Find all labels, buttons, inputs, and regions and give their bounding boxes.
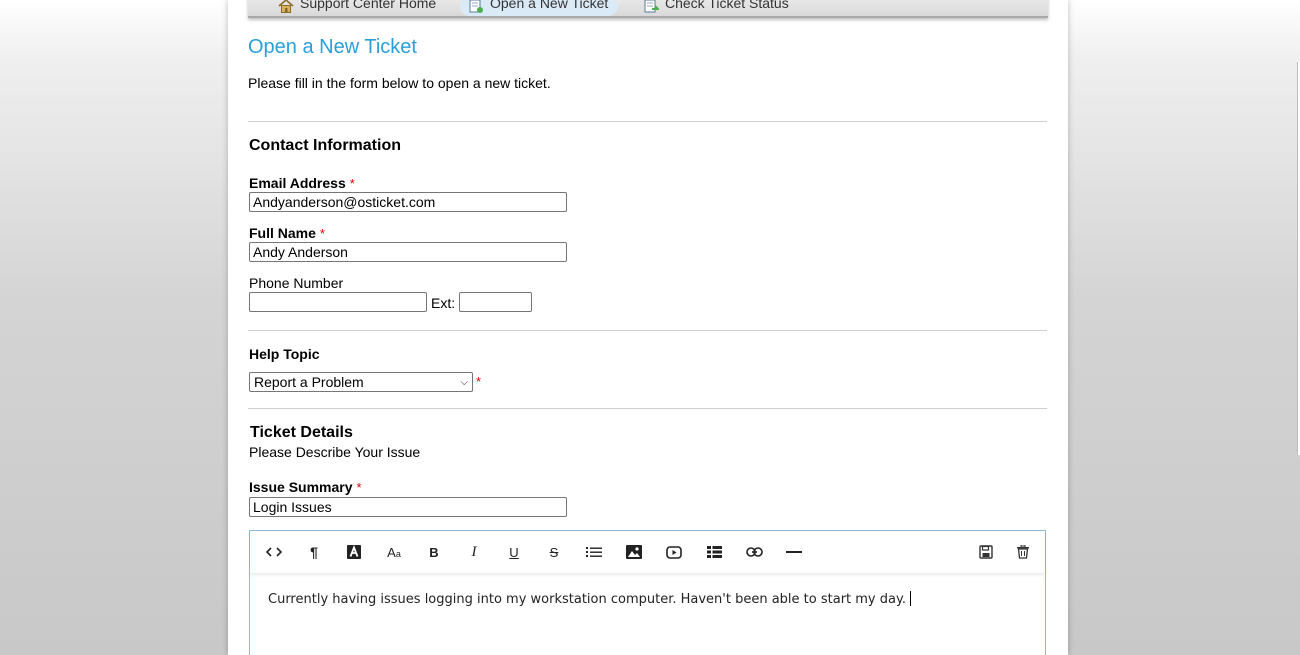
chevron-down-icon: ⌵ — [460, 376, 468, 388]
nav-label: Support Center Home — [300, 0, 437, 11]
contact-heading: Contact Information — [249, 137, 401, 154]
page-intro: Please fill in the form below to open a … — [248, 75, 551, 91]
issue-summary-field[interactable] — [249, 497, 567, 517]
trash-icon[interactable] — [1012, 543, 1034, 561]
help-topic-heading: Help Topic — [249, 346, 320, 362]
required-marker: * — [349, 176, 355, 191]
phone-field[interactable] — [249, 292, 427, 312]
image-icon[interactable] — [623, 543, 645, 561]
help-topic-select[interactable]: Report a Problem ⌵ — [249, 372, 473, 392]
phone-label: Phone Number — [249, 275, 344, 291]
home-icon — [278, 0, 294, 13]
editor-text: Currently having issues logging into my … — [268, 592, 906, 607]
issue-summary-label: Issue Summary * — [249, 479, 362, 495]
video-icon[interactable] — [663, 543, 685, 561]
ext-field[interactable] — [459, 292, 532, 312]
divider — [248, 330, 1047, 331]
ticket-status-icon — [643, 0, 661, 13]
nav-support-home[interactable]: Support Center Home — [278, 0, 436, 16]
new-ticket-icon — [468, 0, 484, 13]
font-size-icon[interactable]: Aa — [383, 543, 405, 561]
help-topic-selected: Report a Problem — [254, 374, 364, 390]
underline-icon[interactable]: U — [503, 543, 525, 561]
required-marker: * — [476, 374, 482, 389]
divider — [248, 121, 1047, 122]
main-container: Support Center Home Open a New Ticket Ch… — [228, 0, 1068, 655]
link-icon[interactable] — [743, 543, 765, 561]
nav-open-ticket[interactable]: Open a New Ticket — [460, 0, 619, 16]
email-field[interactable] — [249, 192, 567, 212]
rich-text-editor[interactable]: ¶ Aa B I U S Currently having issues log… — [249, 530, 1046, 655]
code-view-icon[interactable] — [263, 543, 285, 561]
paragraph-icon[interactable]: ¶ — [303, 543, 325, 561]
editor-toolbar: ¶ Aa B I U S — [250, 531, 1045, 573]
ticket-details-heading: Ticket Details — [250, 424, 353, 441]
text-color-icon[interactable] — [343, 543, 365, 561]
italic-icon[interactable]: I — [463, 543, 485, 561]
full-name-label: Full Name * — [249, 225, 325, 241]
required-marker: * — [319, 226, 325, 241]
nav-check-status[interactable]: Check Ticket Status — [643, 0, 789, 16]
required-marker: * — [356, 480, 362, 495]
ext-label: Ext: — [431, 295, 456, 311]
list-icon[interactable] — [583, 543, 605, 561]
divider — [248, 408, 1047, 409]
bold-icon[interactable]: B — [423, 543, 445, 561]
strikethrough-icon[interactable]: S — [543, 543, 565, 561]
table-icon[interactable] — [703, 543, 725, 561]
email-label: Email Address * — [249, 175, 355, 191]
page-title: Open a New Ticket — [248, 36, 417, 58]
nav-label: Check Ticket Status — [665, 0, 789, 11]
ticket-details-subheading: Please Describe Your Issue — [249, 444, 421, 460]
text-caret — [909, 591, 911, 606]
save-icon[interactable] — [975, 543, 997, 561]
horizontal-rule-icon[interactable] — [783, 543, 805, 561]
editor-content[interactable]: Currently having issues logging into my … — [268, 591, 911, 607]
full-name-field[interactable] — [249, 242, 567, 262]
nav-label: Open a New Ticket — [490, 0, 609, 11]
top-navigation: Support Center Home Open a New Ticket Ch… — [248, 0, 1048, 18]
